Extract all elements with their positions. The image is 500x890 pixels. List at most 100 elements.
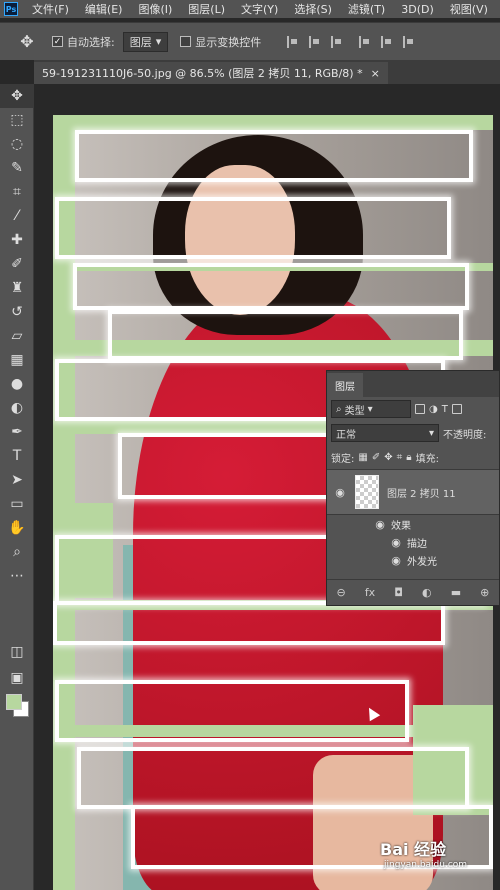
layer-row[interactable]: ◉ 图层 2 拷贝 11: [327, 469, 499, 515]
mask-icon[interactable]: ◘: [394, 586, 403, 599]
layer-name[interactable]: 图层 2 拷贝 11: [387, 485, 456, 500]
folder-icon[interactable]: ▬: [451, 586, 461, 599]
eraser-tool-icon[interactable]: ▱: [0, 324, 34, 348]
eyedropper-tool-icon[interactable]: ⁄: [0, 204, 34, 228]
effect-outer-glow-row[interactable]: ◉ 外发光: [327, 551, 499, 569]
lock-label: 锁定:: [331, 453, 355, 465]
align-right-icon[interactable]: [403, 35, 415, 48]
foreground-color-swatch[interactable]: [6, 694, 22, 710]
align-left-icon[interactable]: [359, 35, 371, 48]
image-strip: [75, 130, 473, 182]
more-tools-icon[interactable]: ⋯: [0, 564, 34, 588]
layer-filter-dropdown[interactable]: ⌕ 类型 ▾: [331, 400, 411, 418]
lock-all-icon[interactable]: 🔒︎: [406, 452, 411, 463]
filter-adjustment-icon[interactable]: ◑: [429, 404, 438, 415]
filter-pixel-icon[interactable]: [415, 404, 425, 414]
type-tool-icon[interactable]: T: [0, 444, 34, 468]
image-strip: [55, 680, 409, 742]
shape-tool-icon[interactable]: ▭: [0, 492, 34, 516]
menu-file[interactable]: 文件(F): [24, 1, 77, 17]
move-tool-icon[interactable]: ✥: [0, 84, 34, 108]
quick-mask-icon[interactable]: ◫: [0, 640, 34, 664]
menu-edit[interactable]: 编辑(E): [77, 1, 131, 17]
show-transform-label: 显示变换控件: [195, 35, 262, 49]
align-top-icon[interactable]: [287, 35, 299, 48]
effect-stroke-row[interactable]: ◉ 描边: [327, 533, 499, 551]
align-vcenter-icon[interactable]: [309, 35, 321, 48]
path-select-tool-icon[interactable]: ➤: [0, 468, 34, 492]
lock-transparent-icon[interactable]: ▦: [358, 452, 367, 463]
menu-type[interactable]: 文字(Y): [233, 1, 286, 17]
show-transform-checkbox[interactable]: [180, 36, 192, 47]
auto-select-value: 图层: [129, 35, 152, 49]
menu-3d[interactable]: 3D(D): [393, 3, 442, 16]
chevron-down-icon: ▾: [155, 35, 162, 48]
blend-row: 正常 ▾ 不透明度:: [327, 421, 499, 445]
link-icon[interactable]: ⊖: [337, 586, 346, 599]
move-tool-icon[interactable]: ✥: [16, 31, 38, 53]
layers-tab-label: 图层: [327, 373, 363, 397]
options-bar: ✥ ✓ 自动选择: 图层 ▾ 显示变换控件: [0, 22, 500, 60]
brush-tool-icon[interactable]: ✐: [0, 252, 34, 276]
stamp-tool-icon[interactable]: ♜: [0, 276, 34, 300]
menu-select[interactable]: 选择(S): [286, 1, 340, 17]
auto-select-label: 自动选择:: [67, 35, 115, 49]
auto-select-checkbox[interactable]: ✓: [52, 36, 63, 47]
menu-bar: Ps 文件(F) 编辑(E) 图像(I) 图层(L) 文字(Y) 选择(S) 滤…: [0, 0, 500, 18]
tools-panel: ✥ ⬚ ◌ ✎ ⌗ ⁄ ✚ ✐ ♜ ↺ ▱ ▦ ● ◐ ✒ T ➤ ▭ ✋ ⌕ …: [0, 84, 34, 890]
history-brush-tool-icon[interactable]: ↺: [0, 300, 34, 324]
layers-panel-tab[interactable]: 图层: [327, 371, 499, 397]
pen-tool-icon[interactable]: ✒: [0, 420, 34, 444]
eye-icon[interactable]: ◉: [389, 536, 403, 549]
new-layer-icon[interactable]: ⊕: [480, 586, 489, 599]
lock-row: 锁定: ▦ ✐ ✥ ⌗ 🔒︎ 填充:: [327, 445, 499, 469]
screen-mode-icon[interactable]: ▣: [0, 666, 34, 690]
lock-artboard-icon[interactable]: ⌗: [397, 452, 403, 463]
document-title: 59-191231110J6-50.jpg @ 86.5% (图层 2 拷贝 1…: [42, 67, 363, 80]
eye-icon[interactable]: ◉: [373, 518, 387, 531]
eye-icon[interactable]: ◉: [333, 486, 347, 499]
lock-paint-icon[interactable]: ✐: [372, 452, 380, 463]
align-hcenter-icon[interactable]: [381, 35, 393, 48]
close-icon[interactable]: ×: [371, 67, 380, 80]
marquee-tool-icon[interactable]: ⬚: [0, 108, 34, 132]
photoshop-logo-icon: Ps: [4, 2, 18, 16]
crop-tool-icon[interactable]: ⌗: [0, 180, 34, 204]
menu-filter[interactable]: 滤镜(T): [340, 1, 393, 17]
effect-stroke-label: 描边: [407, 538, 427, 550]
lock-position-icon[interactable]: ✥: [384, 452, 392, 463]
dodge-tool-icon[interactable]: ◐: [0, 396, 34, 420]
effects-label: 效果: [391, 520, 411, 532]
blur-tool-icon[interactable]: ●: [0, 372, 34, 396]
chevron-down-icon: ▾: [428, 427, 434, 439]
filter-type-icon[interactable]: T: [442, 404, 448, 415]
document-tab[interactable]: 59-191231110J6-50.jpg @ 86.5% (图层 2 拷贝 1…: [34, 62, 388, 84]
layer-filter-value: 类型: [344, 405, 365, 417]
chevron-down-icon: ▾: [367, 403, 373, 415]
lasso-tool-icon[interactable]: ◌: [0, 132, 34, 156]
healing-tool-icon[interactable]: ✚: [0, 228, 34, 252]
baidu-watermark: Bai 经验: [380, 840, 447, 859]
adjustment-layer-icon[interactable]: ◐: [422, 586, 432, 599]
effects-row[interactable]: ◉ 效果: [327, 515, 499, 533]
quick-select-tool-icon[interactable]: ✎: [0, 156, 34, 180]
image-strip: [108, 310, 463, 360]
blend-mode-dropdown[interactable]: 正常 ▾: [331, 424, 439, 442]
hand-tool-icon[interactable]: ✋: [0, 516, 34, 540]
document-tab-bar: 59-191231110J6-50.jpg @ 86.5% (图层 2 拷贝 1…: [34, 60, 500, 84]
menu-layer[interactable]: 图层(L): [180, 1, 233, 17]
eye-icon[interactable]: ◉: [389, 554, 403, 567]
image-strip: [53, 601, 445, 645]
layer-thumbnail: [355, 475, 379, 509]
align-bottom-icon[interactable]: [331, 35, 343, 48]
menu-view[interactable]: 视图(V): [442, 1, 496, 17]
effect-outer-glow-label: 外发光: [407, 556, 437, 568]
gradient-tool-icon[interactable]: ▦: [0, 348, 34, 372]
image-strip: [55, 197, 451, 259]
zoom-tool-icon[interactable]: ⌕: [0, 540, 34, 564]
menu-image[interactable]: 图像(I): [130, 1, 180, 17]
filter-shape-icon[interactable]: [451, 404, 462, 414]
layers-panel-footer: ⊖ fx ◘ ◐ ▬ ⊕: [327, 579, 499, 605]
fx-icon[interactable]: fx: [365, 586, 375, 599]
auto-select-dropdown[interactable]: 图层 ▾: [122, 31, 169, 52]
